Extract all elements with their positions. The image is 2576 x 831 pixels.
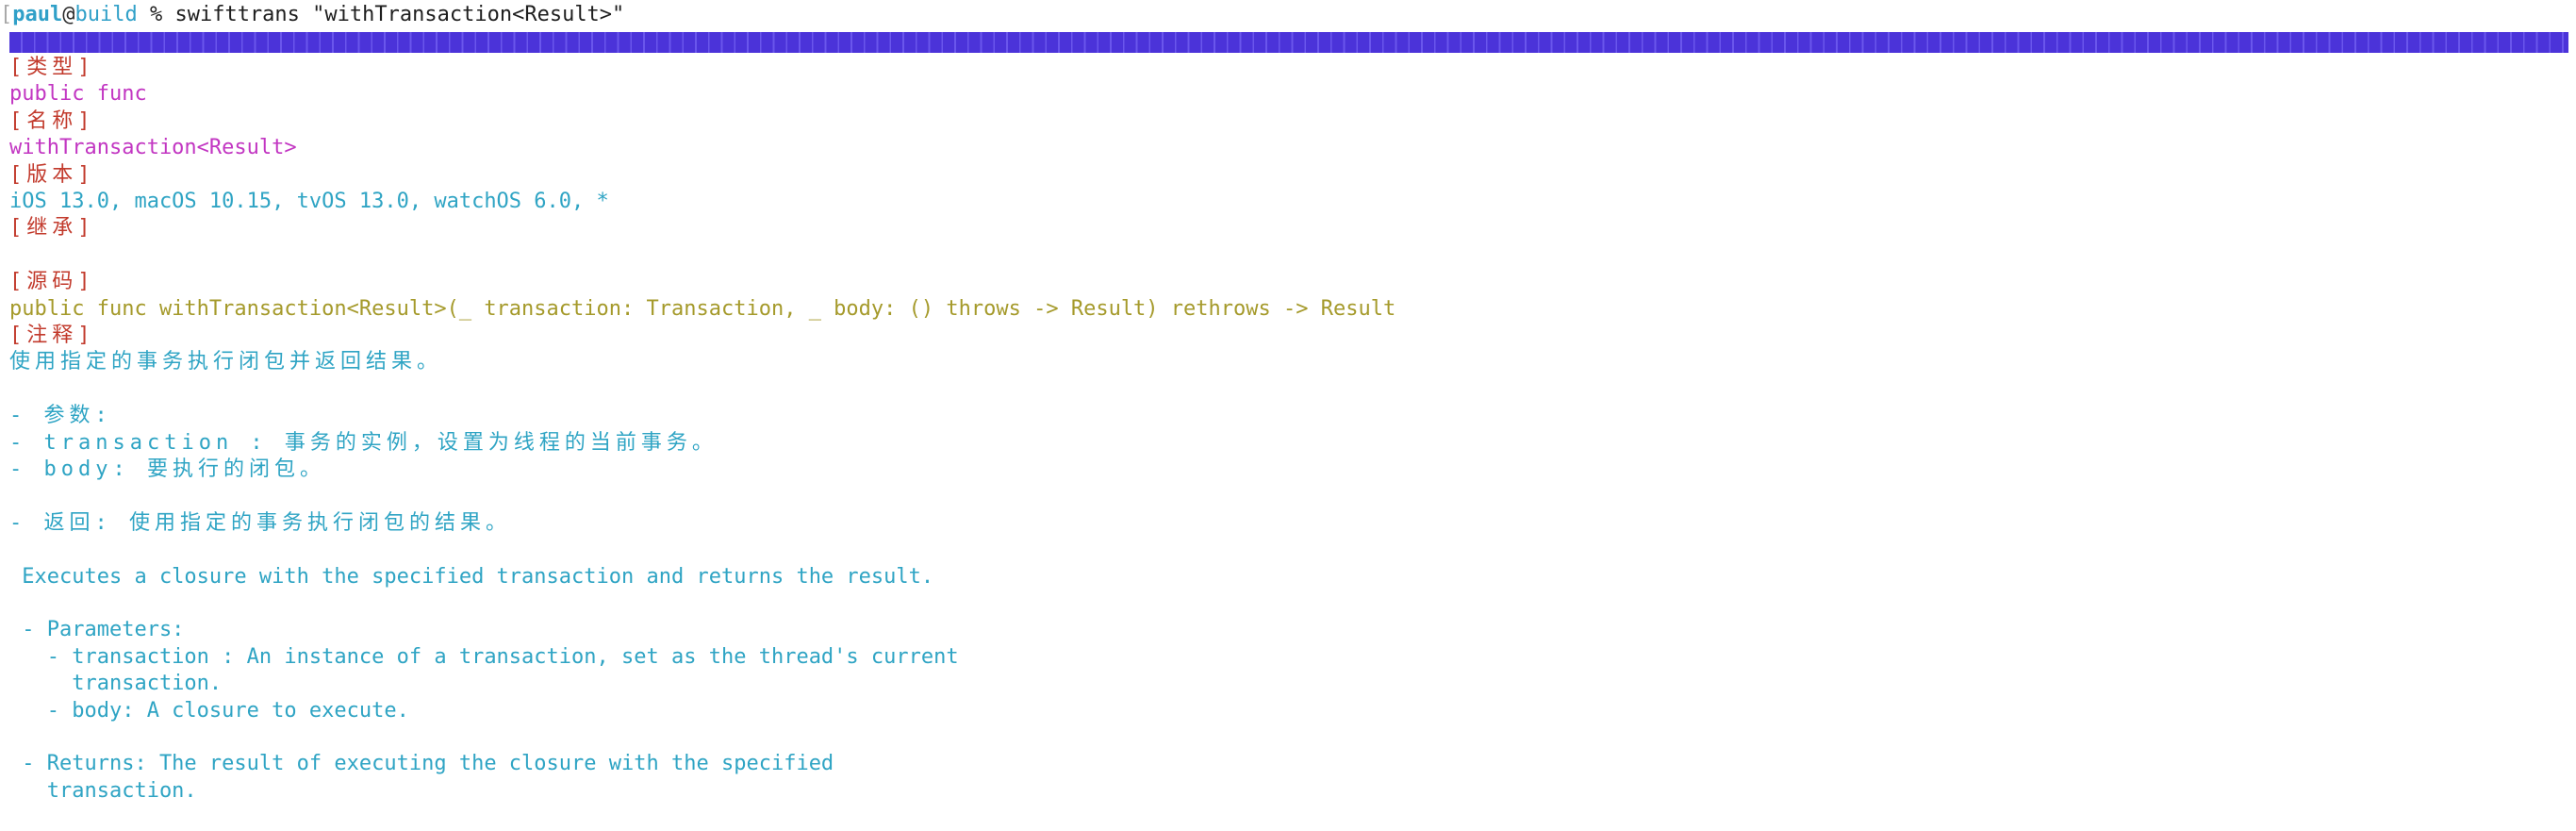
prompt-command: swifttrans "withTransaction<Result>" (174, 3, 625, 26)
note-en-returns-1: - Returns: The result of executing the c… (9, 752, 834, 776)
note-cn-param-body: - body: 要执行的闭包。 (9, 457, 325, 481)
note-en-param-body: - body: A closure to execute. (9, 698, 409, 723)
note-cn-params-title: - 参数: (9, 404, 112, 428)
prompt-user: paul (12, 3, 63, 26)
type-header: [类型] (9, 56, 95, 79)
prompt-symbol: % (137, 3, 175, 26)
note-en-param-transaction-1: - transaction : An instance of a transac… (9, 644, 959, 669)
inherit-header: [继承] (9, 216, 95, 241)
progress-bar (9, 32, 2568, 53)
source-header: [源码] (9, 270, 95, 294)
note-cn-summary: 使用指定的事务执行闭包并返回结果。 (9, 350, 443, 374)
prompt-at: @ (62, 3, 75, 26)
type-value: public func (9, 82, 147, 107)
source-value: public func withTransaction<Result>(_ tr… (9, 296, 1396, 321)
note-header: [注释] (9, 324, 95, 347)
prompt-open-bracket: [ (0, 3, 13, 26)
note-cn-param-transaction: - transaction : 事务的实例，设置为线程的当前事务。 (9, 430, 718, 455)
note-en-summary: Executes a closure with the specified tr… (9, 564, 934, 589)
note-en-params-title: - Parameters: (9, 618, 185, 642)
name-header: [名称] (9, 108, 95, 133)
version-header: [版本] (9, 162, 95, 187)
terminal-window[interactable]: [paul@build % swifttrans "withTransactio… (0, 0, 2576, 813)
note-en-param-transaction-2: transaction. (9, 672, 223, 696)
name-value: withTransaction<Result> (9, 136, 297, 160)
note-cn-returns: - 返回: 使用指定的事务执行闭包的结果。 (9, 510, 511, 535)
prompt-host: build (74, 3, 138, 26)
note-en-returns-2: transaction. (9, 778, 197, 803)
command-prompt-line: [paul@build % swifttrans "withTransactio… (0, 2, 624, 28)
version-value: iOS 13.0, macOS 10.15, tvOS 13.0, watchO… (9, 190, 609, 213)
